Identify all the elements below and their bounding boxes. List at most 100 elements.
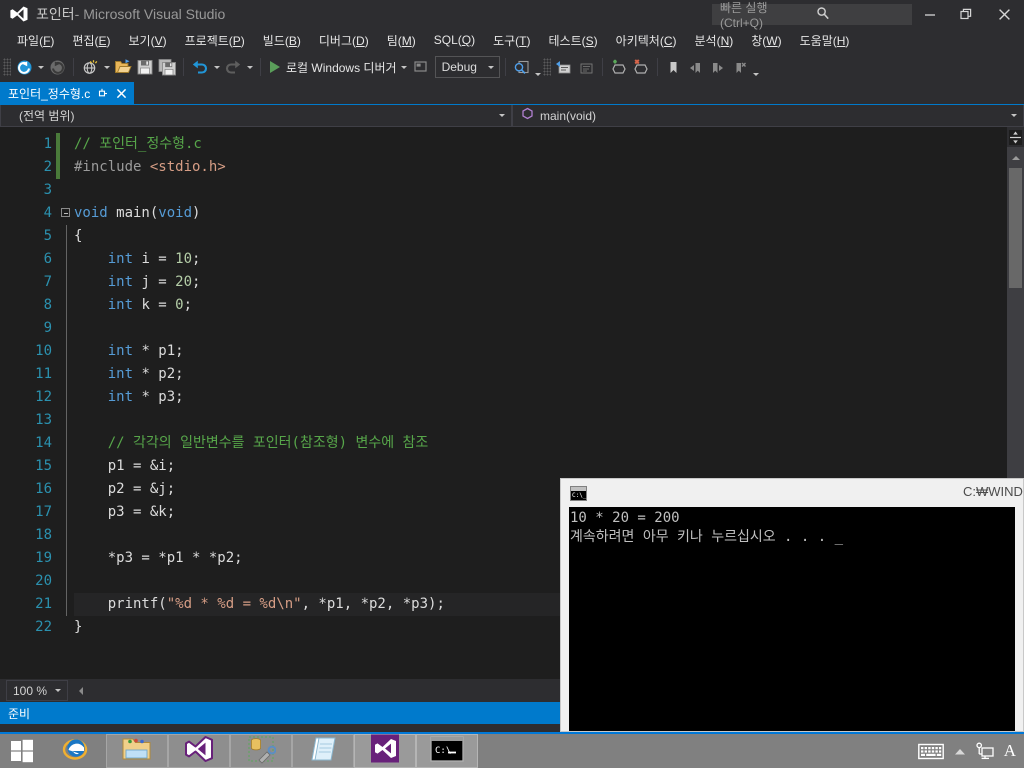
console-window-title: C:₩WIND	[963, 484, 1023, 499]
next-bookmark-icon[interactable]	[707, 55, 729, 79]
scope-combo[interactable]: (전역 범위)	[0, 105, 512, 126]
code-line[interactable]: #include <stdio.h>	[74, 156, 1024, 179]
standard-toolbar: 로컬 Windows 디버거 Debug	[0, 52, 1024, 82]
zoom-level-combo[interactable]: 100 %	[6, 680, 68, 701]
outline-row	[60, 294, 74, 317]
outline-row	[60, 409, 74, 432]
menu-item-3[interactable]: 보기(V)	[120, 29, 176, 52]
minimize-icon[interactable]	[912, 0, 948, 28]
taskbar-item-visual-studio-active[interactable]	[354, 734, 416, 768]
code-line[interactable]: // 포인터_정수형.c	[74, 133, 1024, 156]
code-line[interactable]: int * p3;	[74, 386, 1024, 409]
toolbar-overflow-icon[interactable]	[751, 55, 761, 79]
visual-studio-logo-icon	[8, 3, 30, 25]
toolbar-overflow-icon[interactable]	[533, 55, 543, 79]
code-line[interactable]	[74, 409, 1024, 432]
document-tab[interactable]: 포인터_정수형.c	[0, 82, 135, 104]
add-breakpoint-icon[interactable]	[608, 55, 630, 79]
menu-item-11[interactable]: 아키텍처(C)	[607, 29, 686, 52]
code-line[interactable]: p1 = &i;	[74, 455, 1024, 478]
menu-item-5[interactable]: 빌드(B)	[254, 29, 310, 52]
code-line[interactable]: {	[74, 225, 1024, 248]
new-project-dropdown[interactable]	[101, 55, 112, 79]
solution-configuration-combo[interactable]: Debug	[434, 56, 500, 78]
scroll-up-icon[interactable]	[1007, 150, 1024, 165]
open-file-icon[interactable]	[112, 55, 134, 79]
collapse-minus-icon[interactable]	[61, 208, 70, 217]
find-in-files-icon[interactable]	[511, 55, 533, 79]
windows-start-icon[interactable]	[0, 734, 44, 768]
comment-selection-icon[interactable]	[553, 55, 575, 79]
bookmark-icon[interactable]	[663, 55, 685, 79]
uncomment-selection-icon[interactable]	[575, 55, 597, 79]
redo-dropdown[interactable]	[244, 55, 255, 79]
taskbar-item-notepad[interactable]	[292, 734, 354, 768]
ime-alpha-icon[interactable]: A	[1004, 741, 1016, 761]
menu-item-6[interactable]: 디버그(D)	[310, 29, 378, 52]
network-icon[interactable]	[976, 742, 994, 760]
delete-breakpoint-icon[interactable]	[630, 55, 652, 79]
outlining-margin[interactable]	[60, 127, 74, 679]
menu-item-10[interactable]: 테스트(S)	[540, 29, 607, 52]
code-line[interactable]: int * p1;	[74, 340, 1024, 363]
code-line[interactable]	[74, 317, 1024, 340]
taskbar-item-visual-studio[interactable]	[168, 734, 230, 768]
taskbar-item-sql-tools[interactable]	[230, 734, 292, 768]
code-line[interactable]	[74, 179, 1024, 202]
code-line[interactable]: void main(void)	[74, 202, 1024, 225]
token-plain: * p2;	[133, 366, 184, 382]
menu-item-12[interactable]: 분석(N)	[686, 29, 743, 52]
code-line[interactable]: int k = 0;	[74, 294, 1024, 317]
chevron-up-icon[interactable]	[954, 747, 966, 756]
code-line[interactable]: int j = 20;	[74, 271, 1024, 294]
scroll-left-icon[interactable]	[74, 683, 88, 698]
menu-item-2[interactable]: 편집(E)	[63, 29, 119, 52]
console-output[interactable]: 10 * 20 = 200 계속하려면 아무 키나 누르십시오 . . . _	[569, 507, 1015, 731]
start-debugging-dropdown[interactable]	[399, 55, 410, 79]
save-all-icon[interactable]	[156, 55, 178, 79]
menu-item-4[interactable]: 프로젝트(P)	[176, 29, 254, 52]
start-debugging-button[interactable]: 로컬 Windows 디버거	[266, 55, 399, 79]
undo-icon[interactable]	[189, 55, 211, 79]
taskbar-item-file-explorer[interactable]	[106, 734, 168, 768]
taskbar-item-command-prompt[interactable]: C:\	[416, 734, 478, 768]
previous-bookmark-icon[interactable]	[685, 55, 707, 79]
new-project-icon[interactable]	[79, 55, 101, 79]
toolbar-grip[interactable]	[542, 58, 551, 76]
menu-item-14[interactable]: 도움말(H)	[791, 29, 859, 52]
toolbar-grip[interactable]	[3, 58, 11, 76]
menu-item-7[interactable]: 팀(M)	[378, 29, 425, 52]
collapse-toggle[interactable]	[60, 202, 74, 225]
restore-icon[interactable]	[948, 0, 984, 28]
redo-icon[interactable]	[222, 55, 244, 79]
code-line[interactable]: int i = 10;	[74, 248, 1024, 271]
menu-item-13[interactable]: 창(W)	[742, 29, 790, 52]
menu-item-9[interactable]: 도구(T)	[484, 29, 539, 52]
split-view-icon[interactable]	[1007, 127, 1024, 147]
menu-item-1[interactable]: 파일(F)	[8, 29, 63, 52]
close-icon[interactable]	[114, 86, 128, 100]
configuration-icon[interactable]	[410, 55, 432, 79]
line-number: 19	[35, 550, 52, 566]
menu-item-8[interactable]: SQL(Q)	[425, 30, 484, 50]
code-line[interactable]: // 각각의 일반변수를 포인터(참조형) 변수에 참조	[74, 432, 1024, 455]
navigate-back-icon[interactable]	[13, 55, 35, 79]
quick-launch-input[interactable]: 빠른 실행(Ctrl+Q)	[712, 1, 912, 30]
outline-guide-line	[65, 271, 67, 294]
clear-bookmarks-icon[interactable]	[729, 55, 751, 79]
token-kw: int	[107, 389, 134, 405]
member-combo[interactable]: main(void)	[512, 105, 1024, 126]
keyboard-icon[interactable]	[917, 743, 944, 760]
navigate-forward-icon[interactable]	[46, 55, 68, 79]
vertical-scrollbar-thumb[interactable]	[1009, 168, 1022, 288]
save-icon[interactable]	[134, 55, 156, 79]
pin-icon[interactable]	[95, 86, 109, 100]
close-icon[interactable]	[984, 0, 1024, 28]
undo-dropdown[interactable]	[211, 55, 222, 79]
status-text: 준비	[8, 706, 31, 721]
code-line[interactable]: int * p2;	[74, 363, 1024, 386]
navigate-back-dropdown[interactable]	[35, 55, 46, 79]
console-window[interactable]: C:\_ C:₩WIND 10 * 20 = 200 계속하려면 아무 키나 누르…	[560, 478, 1024, 732]
taskbar-item-internet-explorer[interactable]	[44, 734, 106, 768]
